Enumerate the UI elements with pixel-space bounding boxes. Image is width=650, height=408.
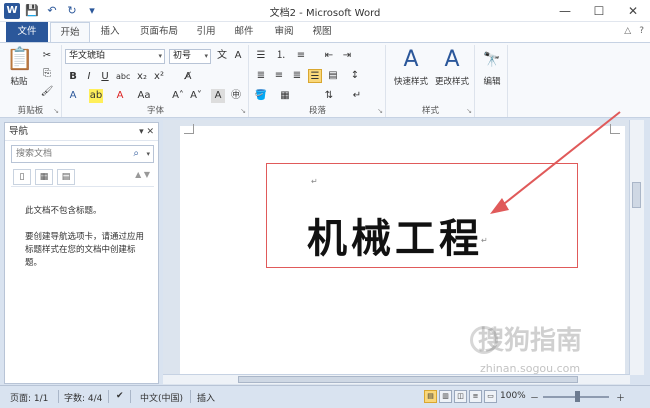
status-separator	[108, 390, 109, 403]
zoom-in-button[interactable]: ＋	[616, 391, 625, 404]
zoom-level[interactable]: 100%	[500, 391, 526, 401]
insert-mode-indicator[interactable]: 插入	[197, 391, 215, 404]
status-separator	[58, 390, 59, 403]
full-screen-reading-icon[interactable]: ▥	[439, 390, 452, 403]
watermark-url: zhinan.sogou.com	[480, 362, 581, 375]
outline-view-icon[interactable]: ≡	[469, 390, 482, 403]
status-separator	[130, 390, 131, 403]
proofing-icon[interactable]: ✔	[116, 391, 124, 401]
zoom-out-button[interactable]: －	[530, 391, 539, 404]
status-separator	[190, 390, 191, 403]
zoom-slider-thumb[interactable]	[575, 391, 580, 402]
web-layout-icon[interactable]: ◫	[454, 390, 467, 403]
horizontal-scroll-thumb[interactable]	[238, 376, 578, 383]
status-bar: 页面: 1/1 字数: 4/4 ✔ 中文(中国) 插入 ▤ ▥ ◫ ≡ ▭ 10…	[0, 385, 650, 408]
watermark-text: 搜狗指南	[478, 326, 583, 356]
word-count[interactable]: 字数: 4/4	[64, 391, 102, 404]
page-count[interactable]: 页面: 1/1	[10, 391, 48, 404]
print-layout-icon[interactable]: ▤	[424, 390, 437, 403]
language-indicator[interactable]: 中文(中国)	[140, 391, 183, 404]
draft-view-icon[interactable]: ▭	[484, 390, 497, 403]
vertical-scroll-thumb[interactable]	[632, 182, 641, 208]
horizontal-scrollbar[interactable]	[163, 374, 630, 384]
vertical-scrollbar[interactable]	[629, 120, 644, 375]
